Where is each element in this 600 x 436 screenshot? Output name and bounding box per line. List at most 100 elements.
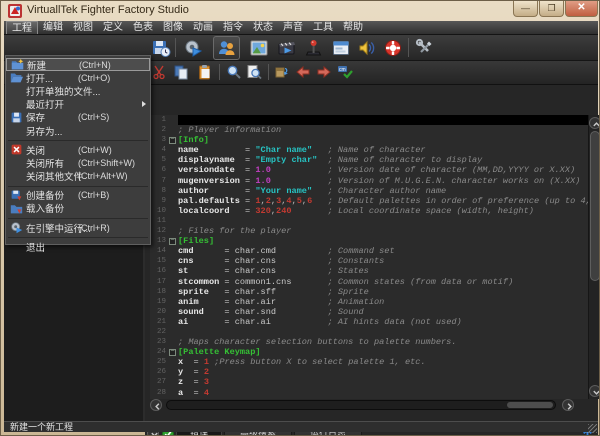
minimize-button[interactable]: — (513, 1, 538, 17)
code-editor[interactable]: 12; Player information3−[Info]4name = "C… (150, 115, 588, 399)
code-line-3[interactable]: 3−[Info] (150, 135, 588, 145)
search-in-files-icon[interactable] (246, 64, 262, 80)
search-icon[interactable] (226, 64, 242, 80)
scroll-left-button[interactable] (150, 399, 162, 411)
code-line-4[interactable]: 4name = "Char name" ; Name of character (150, 145, 588, 155)
code-line-27[interactable]: 27z = 3 (150, 377, 588, 387)
code-text: ; Files for the player (178, 226, 588, 236)
replace-icon[interactable] (274, 64, 290, 80)
code-line-5[interactable]: 5displayname = "Empty char" ; Name of ch… (150, 155, 588, 165)
scroll-up-button[interactable] (589, 117, 600, 129)
menu-item-label: 打开... (26, 71, 53, 85)
scroll-right-button[interactable] (562, 399, 574, 411)
states-window-icon[interactable] (331, 38, 351, 58)
menubar-item-9[interactable]: 状态 (248, 21, 278, 34)
help-lifebuoy-icon[interactable] (383, 38, 403, 58)
menu-item-8[interactable]: 关闭(Ctrl+W) (6, 143, 150, 156)
code-text: st = char.cns ; States (178, 266, 588, 276)
code-line-22[interactable]: 22 (150, 327, 588, 337)
close-button[interactable]: ✕ (565, 1, 598, 17)
menubar-item-4[interactable]: 定义 (98, 21, 128, 34)
code-line-20[interactable]: 20sound = char.snd ; Sound (150, 307, 588, 317)
fold-gutter (166, 145, 178, 155)
code-line-19[interactable]: 19anim = char.air ; Animation (150, 297, 588, 307)
vertical-scrollbar-thumb[interactable] (590, 131, 600, 281)
menu-item-4[interactable]: 最近打开 (6, 98, 150, 111)
code-line-18[interactable]: 18sprite = char.sff ; Sprite (150, 287, 588, 297)
code-line-2[interactable]: 2; Player information (150, 125, 588, 135)
horizontal-scrollbar-track[interactable] (166, 400, 556, 410)
commands-joystick-icon[interactable] (304, 38, 324, 58)
menu-item-shortcut: (Ctrl+Alt+W) (78, 171, 128, 181)
menu-item-17[interactable]: 退出 (6, 240, 150, 253)
syntax-check-icon[interactable]: cm (337, 64, 353, 80)
menubar-item-1[interactable]: 工程 (6, 21, 38, 34)
menubar-item-5[interactable]: 色表 (128, 21, 158, 34)
paste-icon[interactable] (197, 64, 213, 80)
menu-item-13[interactable]: 载入备份 (6, 202, 150, 215)
code-line-8[interactable]: 8author = "Your name" ; Character author… (150, 186, 588, 196)
menu-item-9[interactable]: 关闭所有(Ctrl+Shift+W) (6, 156, 150, 169)
menu-item-1[interactable]: 新建(Ctrl+N) (6, 58, 150, 71)
menubar-item-6[interactable]: 图像 (158, 21, 188, 34)
fold-marker-icon[interactable]: − (166, 347, 178, 357)
scroll-down-button[interactable] (589, 385, 600, 397)
code-text: sprite = char.sff ; Sprite (178, 287, 588, 297)
statusbar: 新建一个新工程 (4, 421, 598, 432)
menu-item-5[interactable]: 保存(Ctrl+S) (6, 111, 150, 124)
code-line-14[interactable]: 14cmd = char.cmd ; Command set (150, 246, 588, 256)
code-line-16[interactable]: 16st = char.cns ; States (150, 266, 588, 276)
horizontal-scrollbar-thumb[interactable] (507, 402, 553, 408)
code-line-1[interactable]: 1 (150, 115, 588, 125)
code-line-26[interactable]: 26y = 2 (150, 367, 588, 377)
code-line-28[interactable]: 28a = 4 (150, 388, 588, 398)
menubar-item-2[interactable]: 编辑 (38, 21, 68, 34)
backup-disk-icon[interactable] (151, 38, 171, 58)
maximize-button[interactable]: ❐ (539, 1, 564, 17)
code-line-24[interactable]: 24−[Palette Keymap] (150, 347, 588, 357)
menu-item-15[interactable]: 在引擎中运行...(Ctrl+R) (6, 221, 150, 234)
menu-item-3[interactable]: 打开单独的文件... (6, 84, 150, 97)
fold-gutter (166, 115, 178, 125)
characters-icon[interactable] (217, 38, 237, 58)
menubar-item-10[interactable]: 声音 (278, 21, 308, 34)
menubar-item-8[interactable]: 指令 (218, 21, 248, 34)
code-line-9[interactable]: 9pal.defaults = 1,2,3,4,5,6 ; Default pa… (150, 196, 588, 206)
menu-item-10[interactable]: 关闭其他文件(Ctrl+Alt+W) (6, 170, 150, 183)
code-line-10[interactable]: 10localcoord = 320,240 ; Local coordinat… (150, 206, 588, 216)
code-line-15[interactable]: 15cns = char.cns ; Constants (150, 256, 588, 266)
new-project-icon (7, 58, 27, 71)
stage-image-icon[interactable] (249, 38, 269, 58)
code-line-13[interactable]: 13−[Files] (150, 236, 588, 246)
menubar-item-7[interactable]: 动画 (188, 21, 218, 34)
menubar-item-12[interactable]: 帮助 (338, 21, 368, 34)
menu-item-2[interactable]: 打开...(Ctrl+O) (6, 71, 150, 84)
menubar-item-3[interactable]: 视图 (68, 21, 98, 34)
fold-marker-icon[interactable]: − (166, 135, 178, 145)
menu-item-12[interactable]: 创建备份(Ctrl+B) (6, 189, 150, 202)
vertical-scrollbar[interactable] (588, 115, 600, 399)
code-line-6[interactable]: 6versiondate = 1.0 ; Version date of cha… (150, 165, 588, 175)
animation-icon[interactable] (277, 38, 297, 58)
fold-marker-icon[interactable]: − (166, 236, 178, 246)
tools-icon[interactable] (415, 38, 435, 58)
code-line-11[interactable]: 11 (150, 216, 588, 226)
menu-item-label: 创建备份 (26, 188, 64, 202)
menubar-item-11[interactable]: 工具 (308, 21, 338, 34)
forward-arrow-icon[interactable] (316, 64, 332, 80)
copy-icon[interactable] (173, 64, 189, 80)
resize-grip[interactable] (588, 424, 597, 433)
menu-item-6[interactable]: 另存为... (6, 124, 150, 137)
cut-icon[interactable] (151, 64, 167, 80)
code-line-12[interactable]: 12; Files for the player (150, 226, 588, 236)
code-line-7[interactable]: 7mugenversion = 1.0 ; Version of M.U.G.E… (150, 176, 588, 186)
back-arrow-icon[interactable] (295, 64, 311, 80)
client-area: 工程编辑视图定义色表图像动画指令状态声音工具帮助 (4, 21, 598, 432)
code-line-23[interactable]: 23; Maps character selection buttons to … (150, 337, 588, 347)
run-project-icon[interactable] (183, 38, 203, 58)
code-line-17[interactable]: 17stcommon = common1.cns ; Common states… (150, 277, 588, 287)
horizontal-scrollbar[interactable] (150, 399, 588, 412)
code-line-25[interactable]: 25x = 1 ;Press button X to select palett… (150, 357, 588, 367)
sounds-speaker-icon[interactable] (357, 38, 377, 58)
code-line-21[interactable]: 21ai = char.ai ; AI hints data (not used… (150, 317, 588, 327)
